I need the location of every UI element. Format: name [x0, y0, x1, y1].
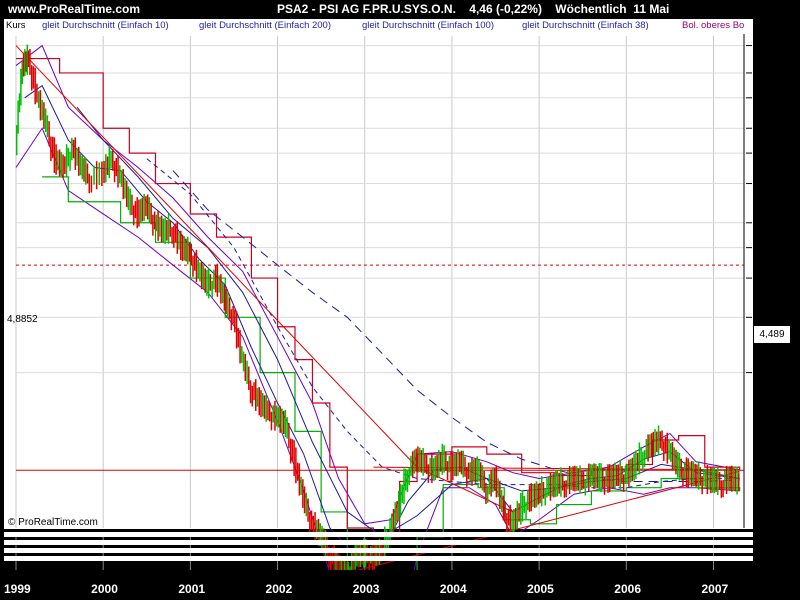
x-tick-label: 2001 — [178, 582, 206, 596]
y-tick-label: 10 — [756, 366, 768, 378]
series-ma100 — [146, 158, 740, 489]
y-tick-label: 50 — [756, 147, 768, 159]
series-ma38 — [76, 106, 740, 538]
reference-value-label: 4,8852 — [7, 314, 38, 325]
x-tick-label: 2007 — [701, 582, 729, 596]
x-tick-label: 1999 — [4, 582, 31, 596]
x-tick-label: 2002 — [265, 582, 293, 596]
y-tick-label: 15 — [756, 311, 768, 323]
copyright: © ProRealTime.com — [8, 517, 98, 528]
y-tick-label: 90 — [756, 66, 768, 78]
indicator-strip — [4, 556, 753, 561]
price-chart[interactable] — [0, 0, 800, 600]
series-ma10 — [24, 84, 740, 557]
x-tick-label: 2000 — [91, 582, 118, 596]
x-axis: 1999 2000 2001 2002 2003 2004 2005 2006 2007 — [0, 570, 800, 600]
y-tick-label: 75 — [756, 91, 768, 103]
series-boll-upper — [15, 44, 740, 525]
y-tick-label: 60 — [756, 122, 768, 134]
y-tick-label: 25 — [756, 241, 768, 253]
y-tick-label: 40 — [756, 177, 768, 189]
y-tick-label: 110 — [756, 39, 772, 51]
y-tick-label: 30 — [756, 216, 768, 228]
indicator-strip — [4, 532, 753, 537]
indicator-strip — [4, 540, 753, 545]
x-tick-label: 2006 — [614, 582, 641, 596]
indicator-strips — [4, 532, 753, 568]
indicator-strip — [4, 548, 753, 553]
x-tick-label: 2004 — [439, 582, 467, 596]
trend-line — [15, 45, 418, 468]
y-tick-label: 20 — [756, 272, 768, 284]
x-tick-label: 2003 — [352, 582, 380, 596]
last-price-box: 4,489 — [753, 325, 791, 344]
x-tick-label: 2005 — [527, 582, 554, 596]
series-boll-lower — [15, 127, 740, 600]
